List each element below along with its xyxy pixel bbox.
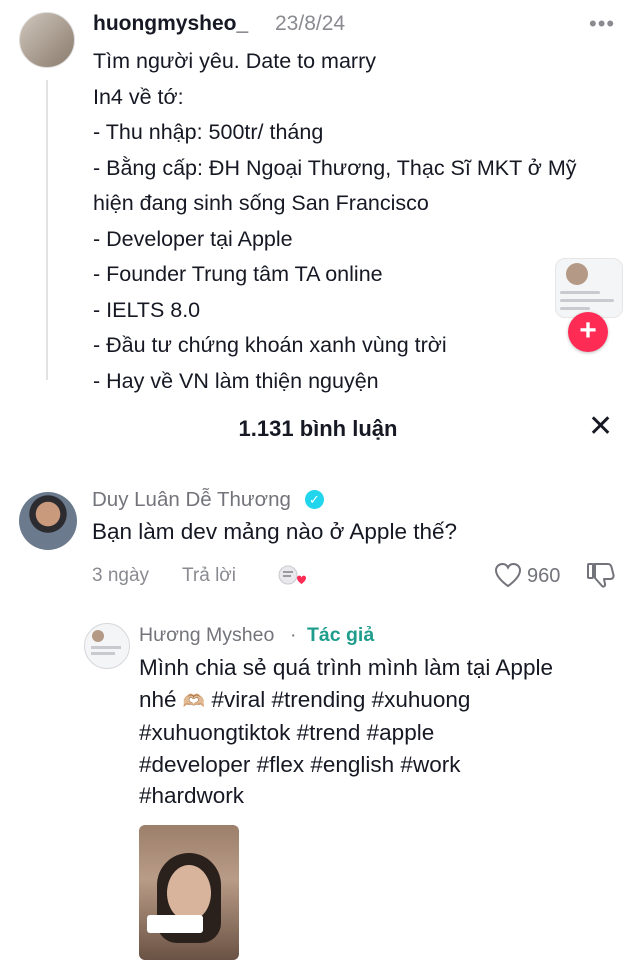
thumbnail-caption-card — [147, 915, 203, 933]
avatar-line — [91, 652, 115, 655]
commenter-avatar[interactable] — [19, 492, 77, 550]
heart-icon[interactable] — [494, 562, 522, 588]
comment-time: 3 ngày — [92, 565, 150, 586]
creator-liked-icon — [278, 565, 306, 585]
post-line: - Bằng cấp: ĐH Ngoại Thương, Thạc Sĩ MKT… — [93, 155, 577, 180]
add-button[interactable]: + — [568, 312, 608, 352]
reply-line: nhé 🫶🏼 #viral #trending #xuhuong — [139, 684, 629, 718]
post-body: Tìm người yêu. Date to marry In4 về tớ: … — [93, 44, 628, 399]
comments-count: 1.131 bình luận — [238, 416, 398, 441]
reply-line: Mình chia sẻ quá trình mình làm tại Appl… — [139, 655, 553, 680]
more-horizontal-icon[interactable]: ••• — [589, 11, 615, 37]
post-line: - Đầu tư chứng khoán xanh vùng trời — [93, 333, 447, 357]
post-line: - Developer tại Apple — [93, 226, 293, 251]
reply-author-avatar[interactable] — [84, 623, 130, 669]
hashtags[interactable]: #developer #flex #english #work — [139, 749, 629, 781]
thumbnail-line — [560, 307, 590, 310]
video-thumbnail[interactable] — [555, 258, 623, 318]
hashtags[interactable]: #viral #trending #xuhuong — [205, 687, 470, 712]
heart-hands-emoji: 🫶🏼 — [182, 690, 206, 711]
post-line: hiện đang sinh sống San Francisco — [93, 191, 429, 215]
comment-text: Bạn làm dev mảng nào ở Apple thế? — [92, 519, 457, 544]
thumbnail-line — [560, 291, 600, 294]
like-count: 960 — [527, 565, 561, 587]
post-line: Tìm người yêu. Date to marry — [93, 49, 376, 73]
thumbnail-line — [560, 299, 614, 302]
post-author-avatar[interactable] — [19, 12, 75, 68]
thread-line — [46, 80, 48, 380]
avatar-line — [91, 646, 121, 649]
comment-author[interactable]: Duy Luân Dễ Thương — [92, 488, 291, 512]
post-line: - IELTS 8.0 — [93, 297, 201, 322]
hashtags[interactable]: #xuhuongtiktok #trend #apple — [139, 717, 629, 749]
reply-video-thumbnail[interactable] — [139, 825, 239, 960]
post-line: - Founder Trung tâm TA online — [93, 262, 383, 286]
post-username[interactable]: huongmysheo_ — [93, 12, 248, 36]
author-badge: Tác giả — [307, 624, 375, 646]
reply-author[interactable]: Hương Mysheo — [139, 624, 274, 647]
avatar-face — [92, 630, 104, 642]
reply-line-text: nhé — [139, 686, 177, 712]
hashtags[interactable]: #hardwork — [139, 780, 629, 812]
post-line: - Thu nhập: 500tr/ tháng — [93, 120, 324, 144]
post-line: In4 về tớ: — [93, 84, 184, 109]
separator-dot: · — [290, 624, 297, 646]
reply-button[interactable]: Trả lời — [182, 565, 236, 587]
post-date: 23/8/24 — [275, 12, 346, 35]
thumbnail-face — [167, 865, 211, 921]
close-icon[interactable]: ✕ — [588, 412, 613, 442]
dislike-icon[interactable] — [586, 561, 616, 589]
reply-body: Mình chia sẻ quá trình mình làm tại Appl… — [139, 652, 629, 812]
thumbnail-avatar — [566, 263, 588, 285]
verified-icon: ✓ — [305, 490, 324, 509]
post-line: - Hay về VN làm thiện nguyện — [93, 368, 379, 393]
